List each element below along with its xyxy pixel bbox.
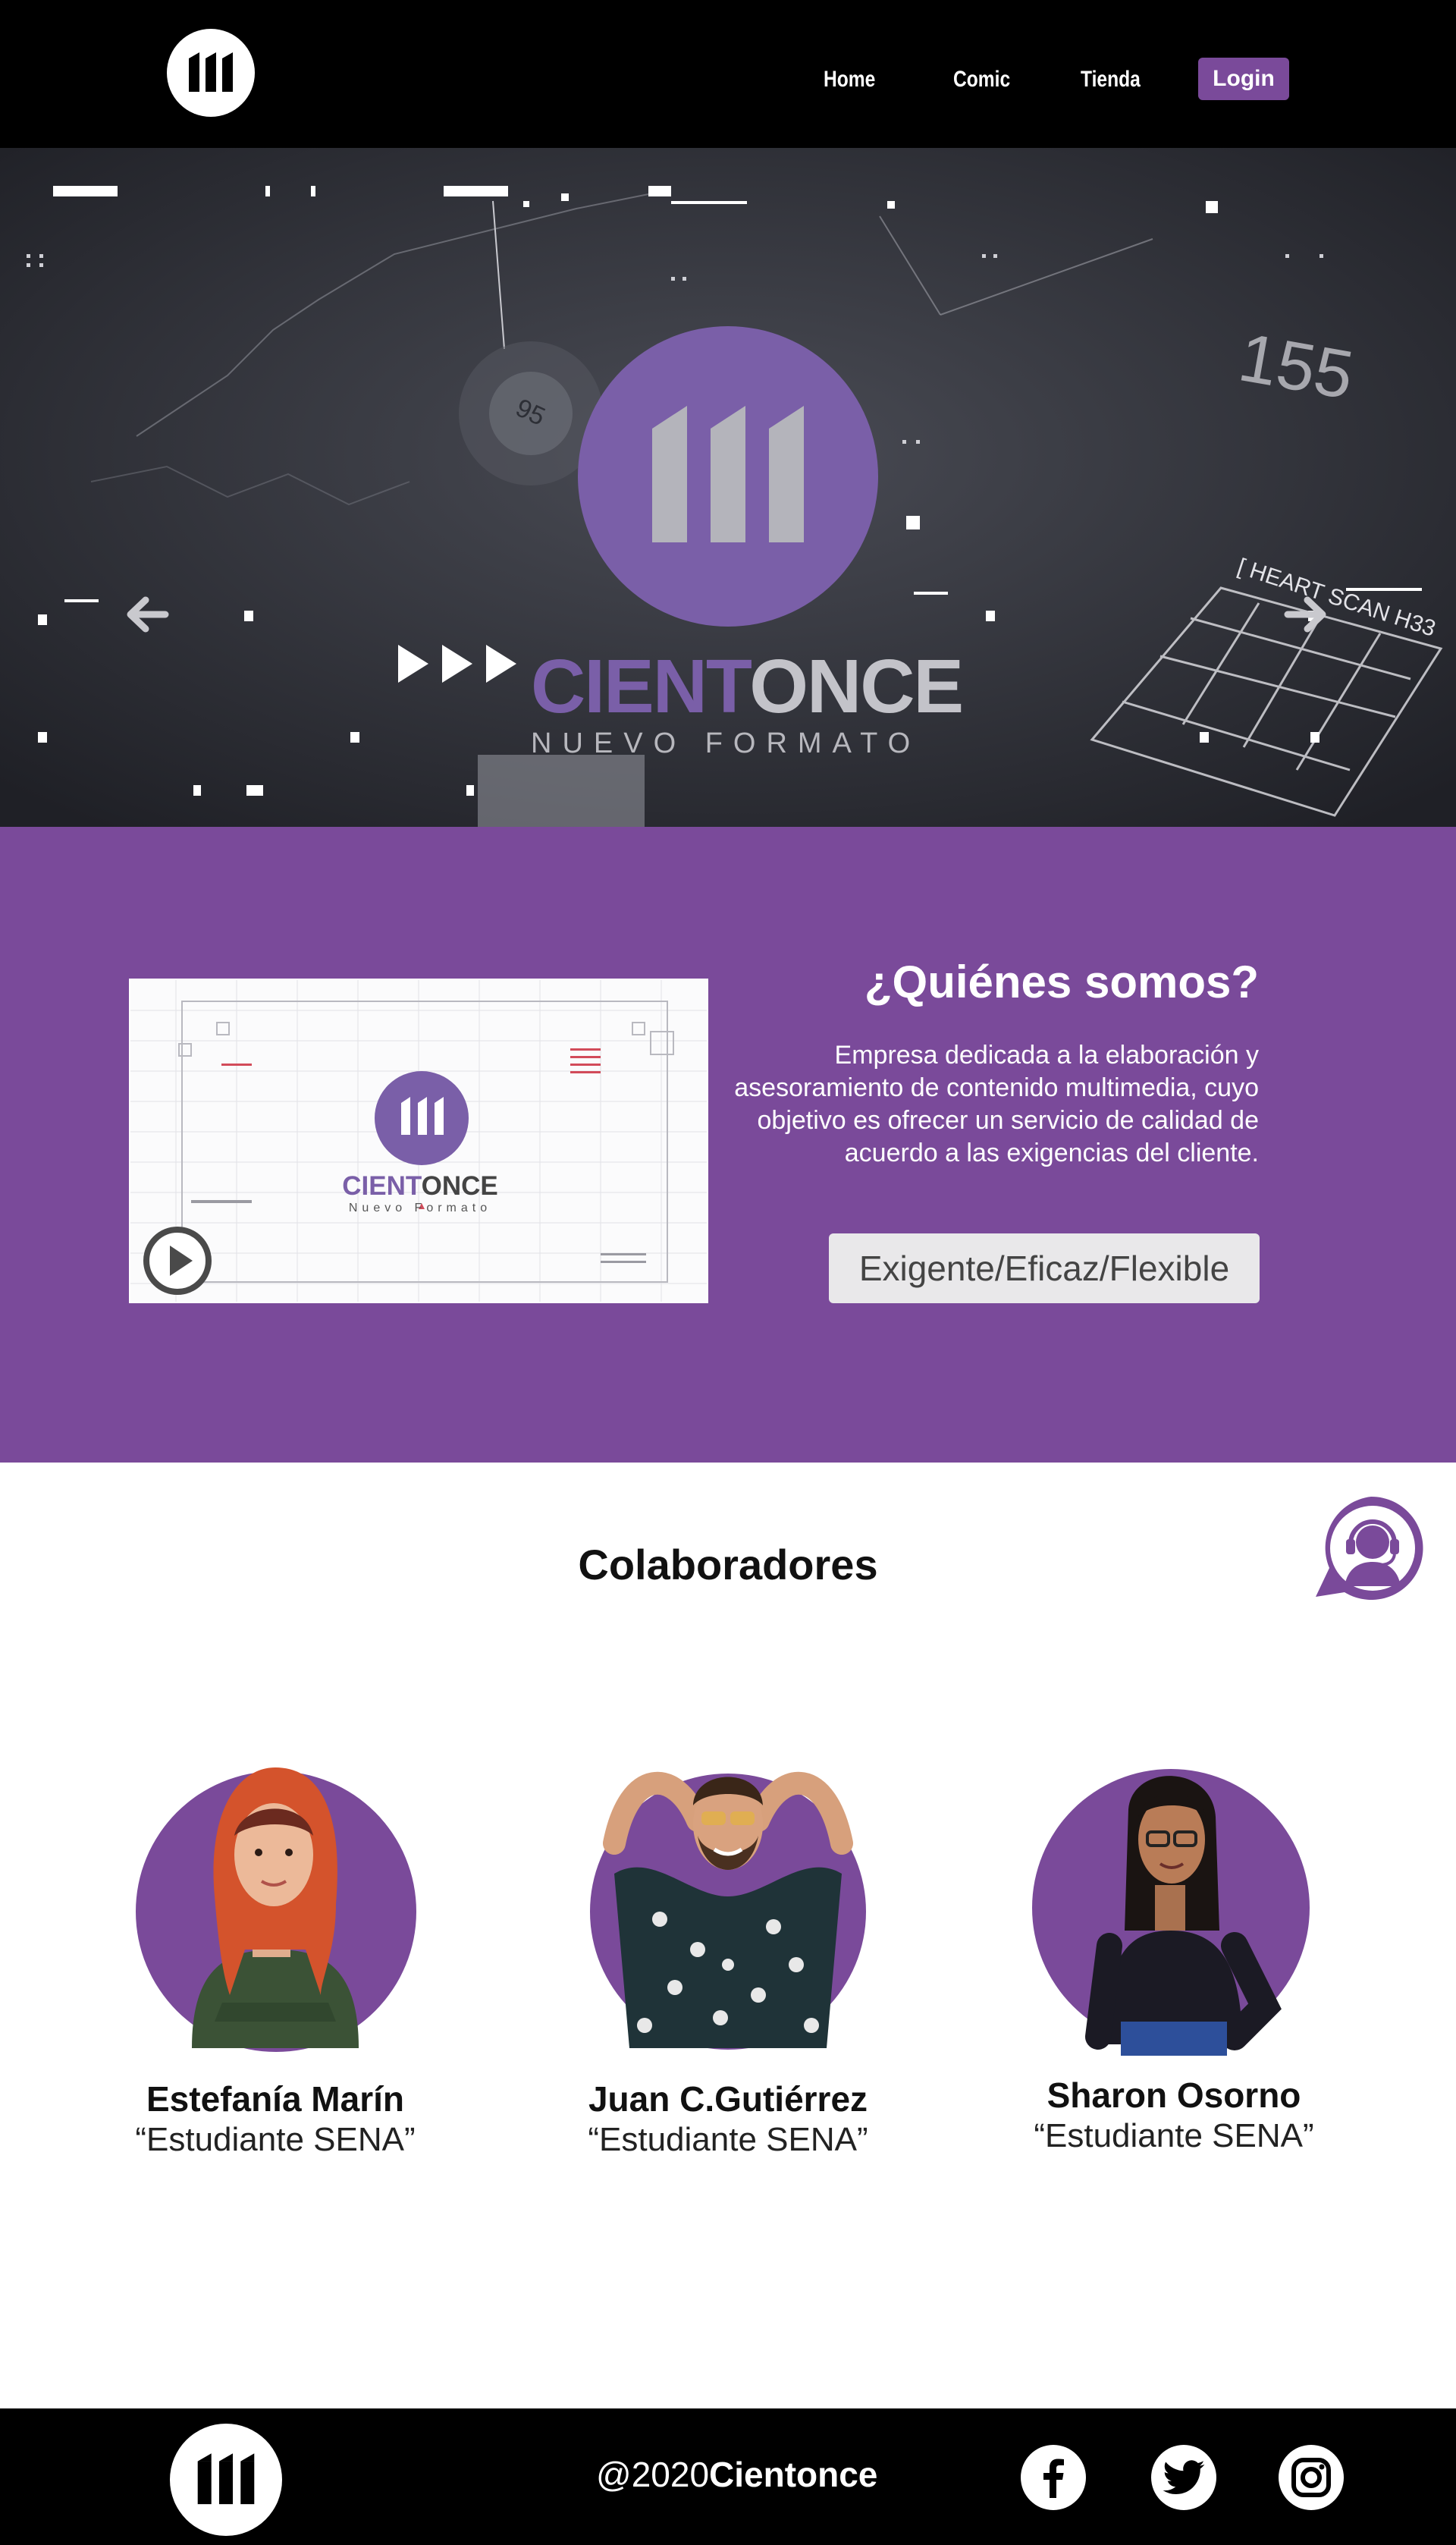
collaborator-role: “Estudiante SENA” xyxy=(1034,2117,1314,2154)
copyright-brand: Cientonce xyxy=(709,2455,878,2494)
avatar xyxy=(590,1771,866,2050)
hero-brand: CIENTONCE NUEVO FORMATO xyxy=(531,649,964,760)
arrow-right-icon[interactable] xyxy=(1280,588,1333,641)
video-player[interactable]: CIENTONCE Nuevo Formato xyxy=(129,979,708,1303)
hero-brand-part2: ONCE xyxy=(749,644,964,729)
collaborator-name: Juan C.Gutiérrez xyxy=(588,2079,868,2119)
facebook-icon[interactable] xyxy=(1021,2445,1086,2510)
collaborator-photo xyxy=(546,1722,910,2063)
site-header: Home Comic Tienda Login xyxy=(0,0,1456,148)
collaborator-card: Sharon Osorno “Estudiante SENA” xyxy=(992,1718,1356,2155)
about-description: Empresa dedicada a la elaboración y ases… xyxy=(734,1041,1259,1167)
hero-brand-part1: CIENT xyxy=(531,644,751,729)
nav-comic[interactable]: Comic xyxy=(953,58,1010,102)
arrow-left-icon[interactable] xyxy=(120,588,173,641)
collaborator-role: “Estudiante SENA” xyxy=(588,2121,868,2158)
collaborators-title: Colaboradores xyxy=(578,1541,878,1588)
site-footer: @2020Cientonce xyxy=(0,2408,1456,2545)
avatar xyxy=(136,1767,416,2052)
video-brand-part1: CIENT xyxy=(342,1171,422,1201)
nav-home[interactable]: Home xyxy=(824,58,875,102)
collaborator-role: “Estudiante SENA” xyxy=(135,2121,416,2158)
nav-tienda[interactable]: Tienda xyxy=(1081,58,1141,102)
about-section: CIENTONCE Nuevo Formato ¿Quiénes somos? … xyxy=(0,827,1456,1463)
logo-icon xyxy=(578,326,878,627)
hero-tagline: NUEVO FORMATO xyxy=(531,727,921,759)
avatar xyxy=(1032,1769,1310,2056)
collaborator-name: Sharon Osorno xyxy=(1046,2075,1301,2115)
values-badge: Exigente/Eficaz/Flexible xyxy=(829,1233,1260,1303)
hero-brand-word: CIENTONCE xyxy=(531,649,964,724)
twitter-icon[interactable] xyxy=(1151,2445,1216,2510)
video-brand-part2: ONCE xyxy=(421,1171,498,1201)
instagram-icon[interactable] xyxy=(1279,2445,1344,2510)
collaborator-card: Juan C.Gutiérrez “Estudiante SENA” xyxy=(546,1722,910,2159)
support-headset-icon[interactable] xyxy=(1314,1489,1428,1603)
about-title: ¿Quiénes somos? xyxy=(864,957,1259,1007)
login-button[interactable]: Login xyxy=(1198,58,1289,100)
play-triangles-icon xyxy=(398,645,516,683)
video-tagline: Nuevo Formato xyxy=(348,1202,492,1214)
copyright-text: @2020Cientonce xyxy=(596,2454,877,2495)
hero-carousel: 95 155 [ HEART SCAN H33 CIENTONCE NUEVO … xyxy=(0,148,1456,827)
logo-icon[interactable] xyxy=(167,29,255,117)
collaborator-name: Estefanía Marín xyxy=(146,2079,404,2119)
copyright-prefix: @2020 xyxy=(596,2455,710,2494)
logo-icon[interactable] xyxy=(170,2424,282,2536)
video-thumbnail xyxy=(130,980,707,1302)
collaborator-photo xyxy=(992,1718,1356,2060)
collaborator-photo xyxy=(93,1722,457,2063)
play-icon[interactable] xyxy=(141,1224,214,1297)
video-brand: CIENTONCE xyxy=(130,1171,707,1202)
collaborator-card: Estefanía Marín “Estudiante SENA” xyxy=(93,1722,457,2159)
